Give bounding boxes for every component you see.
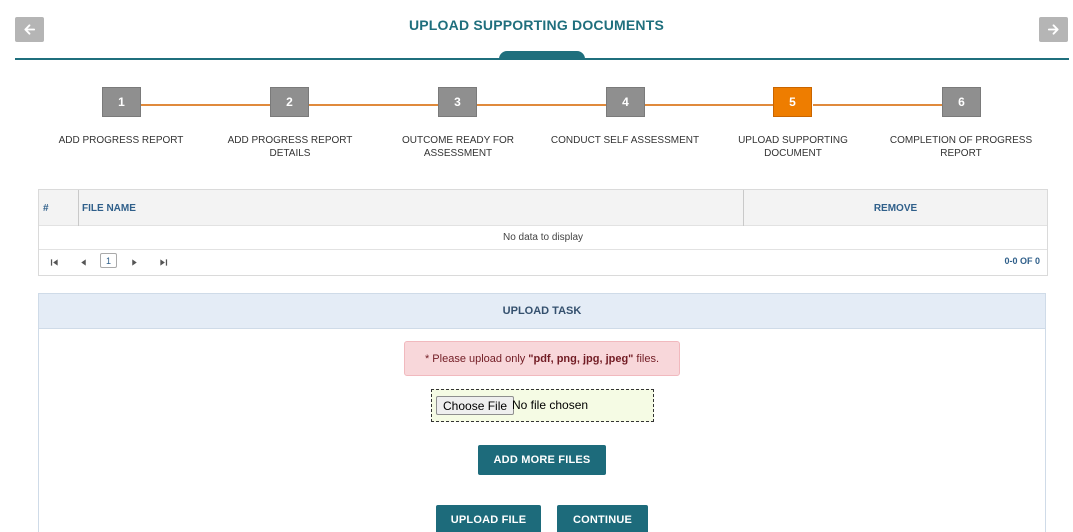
grid-pager: 1 0-0 OF 0 (39, 250, 1047, 276)
next-page-icon (131, 259, 137, 266)
step-6-label: COMPLETION OF PROGRESS REPORT (889, 135, 1033, 159)
choose-file-button[interactable]: Choose File (436, 396, 515, 415)
first-page-button[interactable] (49, 257, 59, 268)
column-header-file-name[interactable]: FILE NAME (79, 190, 744, 226)
continue-button[interactable]: CONTINUE (557, 505, 648, 532)
step-4-box[interactable]: 4 (606, 87, 645, 117)
documents-grid: # FILE NAME REMOVE No data to display 1 … (38, 189, 1048, 276)
file-status-text: No file chosen (512, 398, 589, 412)
step-2-label: ADD PROGRESS REPORT DETAILS (227, 135, 353, 159)
upload-task-title: UPLOAD TASK (39, 294, 1045, 329)
column-header-index[interactable]: # (39, 190, 79, 226)
last-page-icon (159, 259, 167, 266)
file-type-alert: * Please upload only "pdf, png, jpg, jpe… (404, 341, 680, 376)
step-2-box[interactable]: 2 (270, 87, 309, 117)
step-connector (477, 104, 606, 106)
step-6-box[interactable]: 6 (942, 87, 981, 117)
next-button[interactable] (1039, 17, 1068, 42)
step-connector (141, 104, 270, 106)
next-page-button[interactable] (129, 257, 139, 268)
grid-empty-message: No data to display (39, 226, 1047, 250)
alert-prefix: * Please upload only (424, 352, 526, 365)
step-1-label: ADD PROGRESS REPORT (58, 135, 184, 146)
previous-page-button[interactable] (78, 257, 88, 268)
alert-file-types: "pdf, png, jpg, jpeg" (528, 352, 634, 365)
step-connector (309, 104, 438, 106)
step-3-box[interactable]: 3 (438, 87, 477, 117)
alert-suffix: files. (636, 352, 660, 365)
current-page-number[interactable]: 1 (100, 253, 117, 268)
upload-file-button[interactable]: UPLOAD FILE (436, 505, 541, 532)
column-header-remove[interactable]: REMOVE (744, 190, 1047, 226)
step-3-label: OUTCOME READY FOR ASSESSMENT (401, 135, 515, 159)
page-title: UPLOAD SUPPORTING DOCUMENTS (408, 17, 665, 33)
last-page-button[interactable] (158, 257, 168, 268)
previous-page-icon (80, 259, 86, 266)
step-connector (813, 104, 942, 106)
progress-stepper: 1 2 3 4 5 6 ADD PROGRESS REPORT ADD PROG… (0, 86, 1073, 166)
step-5-label: UPLOAD SUPPORTING DOCUMENT (738, 135, 848, 159)
header-divider (15, 58, 1069, 60)
step-4-label: CONDUCT SELF ASSESSMENT (550, 135, 700, 146)
add-more-files-button[interactable]: ADD MORE FILES (478, 445, 606, 475)
upload-task-panel: UPLOAD TASK * Please upload only "pdf, p… (38, 293, 1046, 532)
grid-header: # FILE NAME REMOVE (39, 190, 1047, 226)
step-1-box[interactable]: 1 (102, 87, 141, 117)
step-connector (645, 104, 773, 106)
file-input-zone[interactable]: Choose File No file chosen (431, 389, 654, 422)
first-page-icon (50, 259, 58, 266)
pager-info: 0-0 OF 0 (1004, 256, 1040, 266)
arrow-right-icon (1047, 24, 1059, 35)
step-5-box[interactable]: 5 (773, 87, 812, 117)
